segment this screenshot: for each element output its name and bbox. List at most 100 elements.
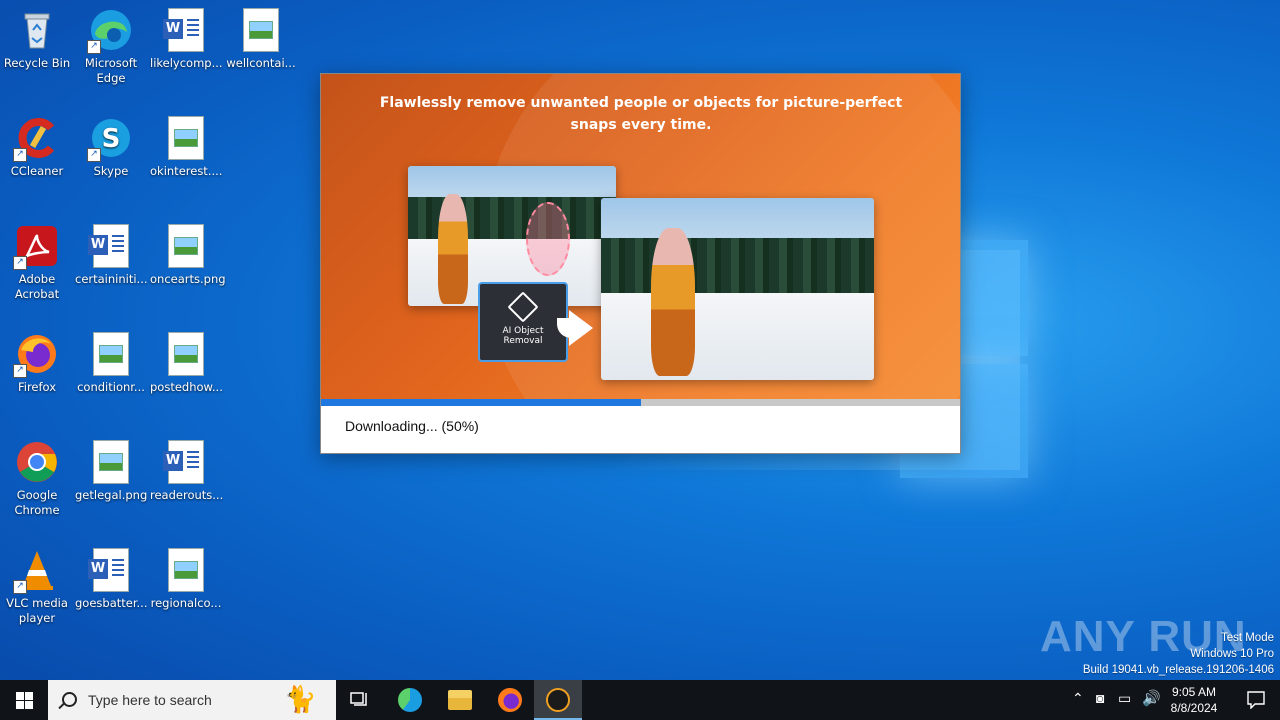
desktop-icon-label: postedhow... <box>150 380 223 394</box>
desktop-icon-edge[interactable]: ↗ Microsoft Edge <box>75 8 147 86</box>
network-icon[interactable]: ▭ <box>1118 690 1131 707</box>
word-doc-icon: W <box>163 440 208 484</box>
ai-object-removal-badge: AI Object Removal <box>478 282 568 362</box>
word-doc-icon: W <box>163 8 208 52</box>
desktop-icon-label: Skype <box>93 164 129 178</box>
chevron-up-icon[interactable]: ⌃ <box>1072 690 1084 707</box>
desktop-icon-goesbatter[interactable]: W goesbatter... <box>75 548 147 611</box>
desktop-icon-label: readerouts... <box>150 488 224 502</box>
desktop-icon-acrobat[interactable]: ↗ Adobe Acrobat <box>1 224 73 302</box>
desktop-icon-label: likelycomp... <box>150 56 223 70</box>
image-file-icon <box>164 116 208 160</box>
firefox-icon <box>498 688 522 712</box>
clock-time: 9:05 AM <box>1171 685 1217 699</box>
search-placeholder: Type here to search <box>88 692 212 708</box>
taskbar-search[interactable]: Type here to search 🐈 <box>48 680 336 720</box>
shortcut-arrow-icon: ↗ <box>13 580 27 594</box>
clock-date: 8/8/2024 <box>1170 701 1218 715</box>
promo-headline: Flawlessly remove unwanted people or obj… <box>379 95 903 133</box>
desktop-icon-label: Google Chrome <box>14 488 60 517</box>
vlc-icon: ↗ <box>13 548 59 594</box>
desktop-icon-label: wellcontai... <box>226 56 296 70</box>
arrow-head-icon <box>569 310 593 346</box>
image-file-icon <box>164 332 208 376</box>
desktop-icon-label: getlegal.png <box>75 488 148 502</box>
taskbar: Type here to search 🐈 ⌃ ◙ ▭ 🔊 9:05 AM 8/… <box>0 680 1280 720</box>
image-file-icon <box>89 332 133 376</box>
image-file-icon <box>89 440 133 484</box>
desktop-icon-skype[interactable]: S ↗ Skype <box>75 116 147 179</box>
download-progress-fill <box>321 399 641 406</box>
taskbar-clock[interactable]: 9:05 AM 8/8/2024 <box>1166 684 1222 716</box>
desktop-icon-postedhow[interactable]: postedhow... <box>150 332 223 395</box>
desktop-icon-label: oncearts.png <box>150 272 226 286</box>
desktop-icon-regionalco[interactable]: regionalco... <box>150 548 222 611</box>
notification-icon <box>1247 691 1265 709</box>
start-button[interactable] <box>0 680 48 720</box>
desktop: { "desktop": { "icons": [ {"label": "Rec… <box>0 0 1280 720</box>
volume-icon[interactable]: 🔊 <box>1142 689 1161 707</box>
camera-icon[interactable]: ◙ <box>1096 690 1104 706</box>
shortcut-arrow-icon: ↗ <box>13 256 27 270</box>
edge-icon <box>398 688 422 712</box>
desktop-icon-label: Microsoft Edge <box>84 56 138 85</box>
desktop-icon-conditionr[interactable]: conditionr... <box>75 332 147 395</box>
task-view-icon <box>350 692 367 706</box>
search-icon <box>62 692 77 707</box>
recycle-bin-icon <box>15 8 59 52</box>
word-doc-icon: W <box>88 224 133 268</box>
desktop-icon-vlc[interactable]: ↗ VLC media player <box>1 548 73 626</box>
cat-mascot-icon: 🐈 <box>284 685 317 715</box>
desktop-icon-oncearts[interactable]: oncearts.png <box>150 224 226 287</box>
shortcut-arrow-icon: ↗ <box>87 148 101 162</box>
desktop-icon-label: okinterest.... <box>150 164 223 178</box>
desktop-icon-ccleaner[interactable]: ↗ CCleaner <box>1 116 73 179</box>
download-progress-bar <box>321 399 960 406</box>
acrobat-icon: ↗ <box>13 224 59 270</box>
folder-icon <box>448 690 472 710</box>
firefox-icon: ↗ <box>13 332 59 378</box>
desktop-icon-label: Firefox <box>17 380 57 394</box>
skype-icon: S ↗ <box>87 116 133 162</box>
desktop-icon-label: certaininiti... <box>75 272 148 286</box>
desktop-icon-label: CCleaner <box>10 164 64 178</box>
system-tray: ⌃ ◙ ▭ 🔊 <box>1070 680 1162 720</box>
desktop-icon-getlegal[interactable]: getlegal.png <box>75 440 147 503</box>
taskbar-installer-app[interactable] <box>534 680 582 720</box>
shortcut-arrow-icon: ↗ <box>87 40 101 54</box>
desktop-icon-label: conditionr... <box>77 380 145 394</box>
desktop-icon-label: Recycle Bin <box>3 56 71 70</box>
image-file-icon <box>164 548 208 592</box>
desktop-icon-recycle-bin[interactable]: Recycle Bin <box>1 8 73 71</box>
taskbar-file-explorer[interactable] <box>436 680 484 720</box>
download-status: Downloading... (50%) <box>345 418 479 434</box>
svg-text:S: S <box>102 124 121 154</box>
desktop-icon-likelycomp[interactable]: W likelycomp... <box>150 8 223 71</box>
desktop-icon-certaininiti[interactable]: W certaininiti... <box>75 224 148 287</box>
shortcut-arrow-icon: ↗ <box>13 364 27 378</box>
installer-window[interactable]: Flawlessly remove unwanted people or obj… <box>320 73 961 454</box>
word-doc-icon: W <box>88 548 133 592</box>
desktop-icon-label: goesbatter... <box>75 596 148 610</box>
image-file-icon <box>164 224 208 268</box>
installer-app-icon <box>546 688 570 712</box>
task-view-button[interactable] <box>336 680 384 720</box>
ccleaner-icon: ↗ <box>13 116 59 162</box>
image-file-icon <box>239 8 283 52</box>
eraser-icon <box>507 291 539 323</box>
chrome-icon <box>15 440 59 484</box>
after-photo <box>601 198 874 380</box>
taskbar-edge[interactable] <box>386 680 434 720</box>
edge-icon: ↗ <box>87 8 133 54</box>
promo-banner: Flawlessly remove unwanted people or obj… <box>321 74 960 399</box>
desktop-icon-readerouts[interactable]: W readerouts... <box>150 440 224 503</box>
desktop-icon-okinterest[interactable]: okinterest.... <box>150 116 222 179</box>
desktop-icon-wellcontai[interactable]: wellcontai... <box>225 8 297 71</box>
notifications-button[interactable] <box>1232 680 1280 720</box>
desktop-icon-chrome[interactable]: Google Chrome <box>1 440 73 518</box>
taskbar-firefox[interactable] <box>486 680 534 720</box>
desktop-icon-label: regionalco... <box>150 596 222 610</box>
os-watermark: Test Mode Windows 10 Pro Build 19041.vb_… <box>1082 632 1274 676</box>
desktop-icon-firefox[interactable]: ↗ Firefox <box>1 332 73 395</box>
desktop-icon-label: Adobe Acrobat <box>14 272 60 301</box>
